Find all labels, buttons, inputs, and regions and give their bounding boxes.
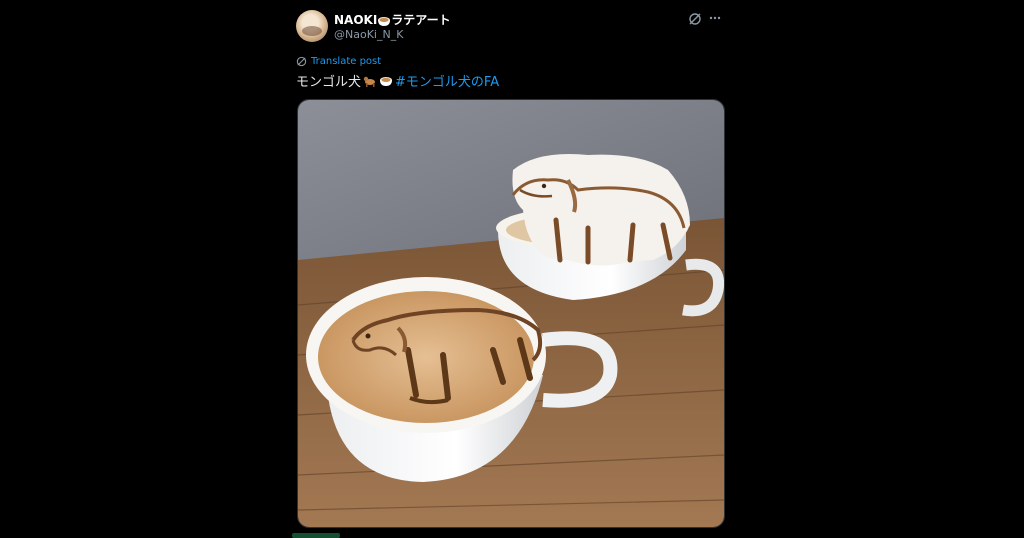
author-name[interactable]: NAOKI ラテアート	[334, 11, 451, 28]
tweet-text-body: モンゴル犬	[296, 75, 362, 90]
avatar[interactable]	[296, 10, 328, 42]
translate-icon	[296, 56, 307, 67]
more-icon[interactable]	[708, 11, 722, 25]
dog-emoji-icon	[363, 76, 376, 87]
latte-emoji-icon-2	[380, 76, 393, 86]
tweet: NAOKI ラテアート @NaoKi_N_K Translate post モンゴ…	[296, 10, 724, 90]
tweet-header: NAOKI ラテアート @NaoKi_N_K	[296, 10, 724, 46]
latte-emoji-icon	[378, 16, 391, 26]
translate-post-link[interactable]: Translate post	[296, 56, 381, 67]
tweet-text: モンゴル犬 #モンゴル犬のFA	[296, 71, 499, 90]
bottom-indicator	[292, 533, 340, 538]
translate-label: Translate post	[311, 56, 382, 67]
hashtag-link[interactable]: #モンゴル犬のFA	[395, 71, 499, 90]
author-handle[interactable]: @NaoKi_N_K	[334, 28, 403, 41]
grok-icon[interactable]	[688, 12, 702, 26]
author-name-part-2: ラテアート	[391, 13, 451, 27]
tweet-photo[interactable]	[297, 99, 725, 528]
author-name-part-1: NAOKI	[334, 13, 378, 27]
latte-art-photo	[298, 100, 724, 527]
